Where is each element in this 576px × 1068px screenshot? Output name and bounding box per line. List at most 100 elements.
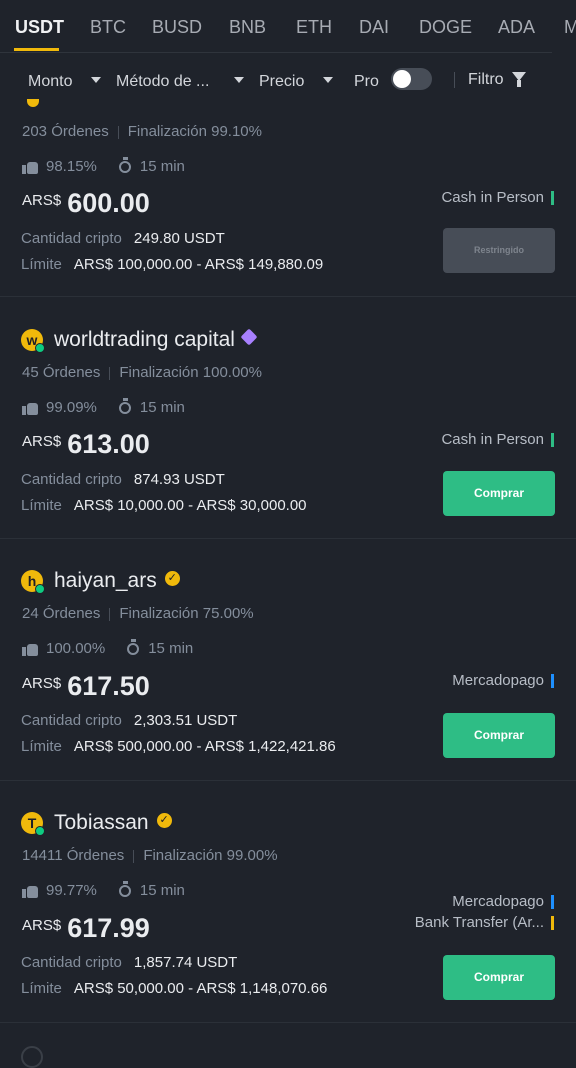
merchant-name[interactable]: Tobiassan ✓ xyxy=(54,811,172,835)
limit-row: Límite ARS$ 100,000.00 - ARS$ 149,880.09 xyxy=(21,256,323,273)
merchant-stats: 24 Órdenes Finalización 75.00% xyxy=(22,605,254,622)
pro-toggle[interactable] xyxy=(391,68,432,90)
tab-doge[interactable]: DOGE xyxy=(419,17,472,38)
merchant-name-text: Tobiassan xyxy=(54,811,149,834)
card-divider xyxy=(0,1022,576,1023)
online-indicator xyxy=(35,826,45,836)
payment-method-filter[interactable]: Método de ... xyxy=(116,73,209,91)
limit-label: Límite xyxy=(21,497,62,514)
restricted-button[interactable]: Restringido xyxy=(443,228,555,273)
limit-value: ARS$ 10,000.00 - ARS$ 30,000.00 xyxy=(73,497,307,514)
payment-method-label: Cash in Person xyxy=(441,189,544,206)
limit-row: Límite ARS$ 50,000.00 - ARS$ 1,148,070.66 xyxy=(21,980,327,997)
merchant-metrics: 100.00% 15 min xyxy=(22,639,193,657)
listing-card: 203 Órdenes Finalización 99.10% 98.15% 15 … xyxy=(0,99,576,297)
price: ARS$ 617.50 xyxy=(22,671,150,702)
price-caret-icon[interactable] xyxy=(323,77,333,83)
filter-bar: Monto Método de ... Precio Pro Filtro xyxy=(0,53,576,105)
crypto-amount-value: 874.93 USDT xyxy=(133,471,225,488)
limit-label: Límite xyxy=(21,980,62,997)
tab-bnb[interactable]: BNB xyxy=(229,17,266,38)
limit-value: ARS$ 50,000.00 - ARS$ 1,148,070.66 xyxy=(73,980,328,997)
tab-more[interactable]: M xyxy=(564,17,576,38)
crypto-amount-label: Cantidad cripto xyxy=(21,954,122,971)
price-currency: ARS$ xyxy=(22,675,62,692)
crypto-amount-value: 249.80 USDT xyxy=(133,230,225,247)
avatar[interactable]: w xyxy=(21,329,45,353)
avatar[interactable]: h xyxy=(21,570,45,594)
avatar xyxy=(27,99,39,107)
buy-button[interactable]: Comprar xyxy=(443,471,555,516)
crypto-amount-label: Cantidad cripto xyxy=(21,471,122,488)
payment-color-mark xyxy=(551,895,554,910)
payment-method: Mercadopago xyxy=(452,893,554,910)
online-indicator xyxy=(35,584,45,594)
amount-caret-icon[interactable] xyxy=(91,77,101,83)
listing-card: h haiyan_ars ✓ 24 Órdenes Finalización 75.… xyxy=(0,539,576,780)
payment-method-label: Cash in Person xyxy=(441,431,544,448)
tab-eth[interactable]: ETH xyxy=(296,17,332,38)
verified-badge-icon: ✓ xyxy=(164,570,180,586)
thumbs-up-icon xyxy=(22,401,38,416)
crypto-amount-row: Cantidad cripto 1,857.74 USDT xyxy=(21,954,237,971)
payment-color-mark xyxy=(551,916,554,931)
completion-rate: Finalización 75.00% xyxy=(119,605,254,622)
tab-busd[interactable]: BUSD xyxy=(152,17,202,38)
limit-row: Límite ARS$ 10,000.00 - ARS$ 30,000.00 xyxy=(21,497,307,514)
timer-icon xyxy=(127,639,140,656)
tab-btc[interactable]: BTC xyxy=(90,17,126,38)
online-indicator xyxy=(35,343,45,353)
price-currency: ARS$ xyxy=(22,917,62,934)
filter-button-label: Filtro xyxy=(468,71,504,88)
limit-value: ARS$ 100,000.00 - ARS$ 149,880.09 xyxy=(73,256,324,273)
positive-rate: 98.15% xyxy=(46,158,97,175)
order-count: 24 Órdenes xyxy=(22,605,101,622)
buy-button[interactable]: Comprar xyxy=(443,955,555,1000)
filter-button[interactable]: Filtro xyxy=(468,71,504,89)
verified-badge-icon: ✓ xyxy=(156,812,172,828)
filter-separator xyxy=(454,72,455,88)
price-currency: ARS$ xyxy=(22,192,62,209)
positive-rate: 100.00% xyxy=(46,640,106,657)
avatar xyxy=(21,1046,43,1068)
price-filter[interactable]: Precio xyxy=(259,73,304,91)
listing-card: w worldtrading capital 45 Órdenes Finaliz… xyxy=(0,297,576,538)
tab-usdt[interactable]: USDT xyxy=(15,17,64,38)
crypto-amount-row: Cantidad cripto 2,303.51 USDT xyxy=(21,712,237,729)
limit-row: Límite ARS$ 500,000.00 - ARS$ 1,422,421.8… xyxy=(21,738,336,755)
completion-rate: Finalización 100.00% xyxy=(119,364,262,381)
positive-rate: 99.09% xyxy=(46,399,97,416)
pay-time: 15 min xyxy=(139,158,185,175)
crypto-amount-row: Cantidad cripto 249.80 USDT xyxy=(21,230,225,247)
price-amount: 600.00 xyxy=(67,188,150,218)
thumbs-up-icon xyxy=(22,884,38,899)
pay-time: 15 min xyxy=(139,399,185,416)
pro-label: Pro xyxy=(354,73,379,90)
tab-dai[interactable]: DAI xyxy=(359,17,389,38)
payment-method: Cash in Person xyxy=(441,189,554,206)
price-amount: 613.00 xyxy=(67,429,150,459)
active-tab-indicator xyxy=(14,48,59,51)
merchant-metrics: 99.77% 15 min xyxy=(22,881,185,899)
limit-label: Límite xyxy=(21,256,62,273)
completion-rate: Finalización 99.00% xyxy=(143,847,278,864)
payment-method: Cash in Person xyxy=(441,431,554,448)
payment-method-filter-label: Método de ... xyxy=(116,73,210,90)
payment-method-label: Mercadopago xyxy=(452,893,544,910)
buy-button[interactable]: Comprar xyxy=(443,713,555,758)
merchant-name-text: haiyan_ars xyxy=(54,569,157,592)
payment-method: Mercadopago xyxy=(452,672,554,689)
avatar[interactable]: T xyxy=(21,812,45,836)
pro-toggle-knob xyxy=(393,70,411,88)
merchant-name[interactable]: haiyan_ars ✓ xyxy=(54,569,180,593)
tab-ada[interactable]: ADA xyxy=(498,17,535,38)
timer-icon xyxy=(118,881,131,898)
thumbs-up-icon xyxy=(22,642,38,657)
timer-icon xyxy=(118,398,131,415)
merchant-name[interactable]: worldtrading capital xyxy=(54,328,258,352)
payment-method-label: Mercadopago xyxy=(452,672,544,689)
merchant-stats: 203 Órdenes Finalización 99.10% xyxy=(22,123,262,140)
merchant-metrics: 98.15% 15 min xyxy=(22,157,185,175)
amount-filter[interactable]: Monto xyxy=(28,73,72,91)
payment-method-caret-icon[interactable] xyxy=(234,77,244,83)
